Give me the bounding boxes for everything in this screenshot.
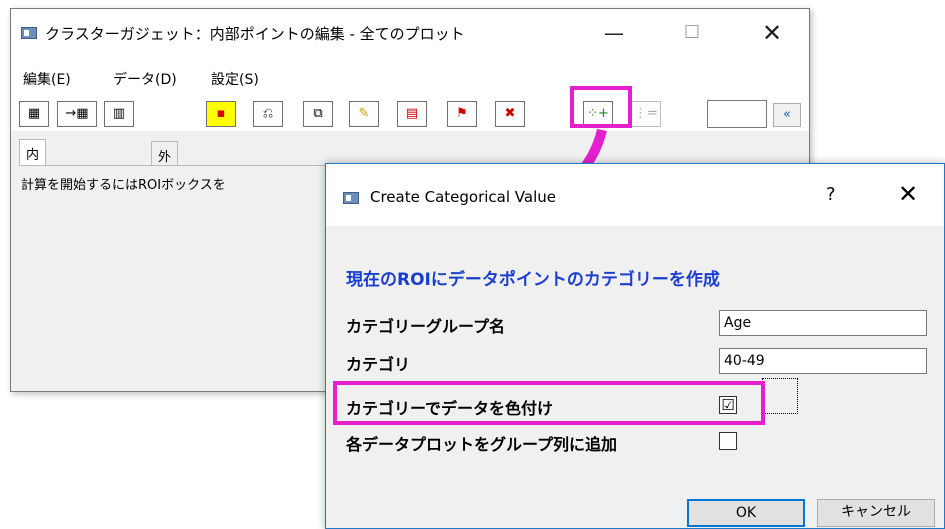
dialog-titlebar[interactable]: Create Categorical Value ? ✕	[326, 164, 944, 226]
add-to-group-column-label: 各データプロットをグループ列に追加	[346, 435, 618, 454]
tab-panel: 計算を開始するにはROIボックスを	[19, 165, 331, 387]
menu-data[interactable]: データ(D)	[113, 69, 177, 89]
dialog-app-icon	[343, 192, 359, 204]
add-to-group-column-checkbox[interactable]	[719, 432, 737, 450]
maximize-button[interactable]: ☐	[671, 17, 713, 49]
close-button[interactable]: ✕	[751, 17, 793, 49]
create-categorical-value-dialog: Create Categorical Value ? ✕ 現在のROIにデータポ…	[325, 163, 945, 529]
category-label: カテゴリ	[346, 355, 411, 374]
window-titlebar[interactable]: クラスターガジェット：内部ポイントの編集 - 全てのプロット — ☐ ✕	[11, 9, 809, 59]
category-input[interactable]	[719, 348, 927, 374]
send-to-sheet-icon[interactable]: →▦	[57, 101, 97, 127]
menu-bar: 編集(E) データ(D) 設定(S)	[11, 59, 809, 97]
window-title: クラスターガジェット：内部ポイントの編集 - 全てのプロット	[45, 25, 465, 43]
brush-icon[interactable]: ✎	[349, 101, 379, 127]
group-name-input[interactable]	[719, 310, 927, 336]
color-by-row-highlight	[333, 381, 765, 425]
dialog-heading: 現在のROIにデータポイントのカテゴリーを作成	[346, 270, 720, 290]
cancel-button[interactable]: キャンセル	[817, 499, 935, 527]
menu-settings[interactable]: 設定(S)	[211, 69, 259, 89]
marker-icon[interactable]: ▪	[206, 101, 236, 127]
minimize-button[interactable]: —	[593, 17, 635, 49]
undo-icon[interactable]: ⎌	[253, 101, 283, 127]
menu-edit[interactable]: 編集(E)	[23, 69, 71, 89]
import-data-icon[interactable]: ▦	[19, 101, 49, 127]
dialog-title: Create Categorical Value	[370, 188, 556, 206]
ok-button[interactable]: OK	[687, 499, 805, 527]
focus-outline	[762, 378, 798, 414]
group-name-label: カテゴリーグループ名	[346, 317, 506, 336]
worksheet-icon[interactable]: ▥	[104, 101, 134, 127]
delete-rows-icon[interactable]: ▤	[397, 101, 427, 127]
collapse-icon[interactable]: «	[773, 103, 801, 127]
toolbar-input[interactable]	[707, 100, 767, 128]
dialog-close-button[interactable]: ✕	[898, 180, 918, 208]
copy-icon[interactable]: ⧉	[303, 101, 333, 127]
toolbar: ▦ →▦ ▥ ▪ ⎌ ⧉ ✎ ▤ ⚑ ✖ ⁘+ ⋮= «	[11, 97, 809, 131]
help-button[interactable]: ?	[826, 184, 836, 205]
app-icon	[21, 27, 37, 39]
panel-message: 計算を開始するにはROIボックスを	[21, 178, 226, 193]
tab-inner-points[interactable]: 内部ポイント	[19, 139, 47, 258]
